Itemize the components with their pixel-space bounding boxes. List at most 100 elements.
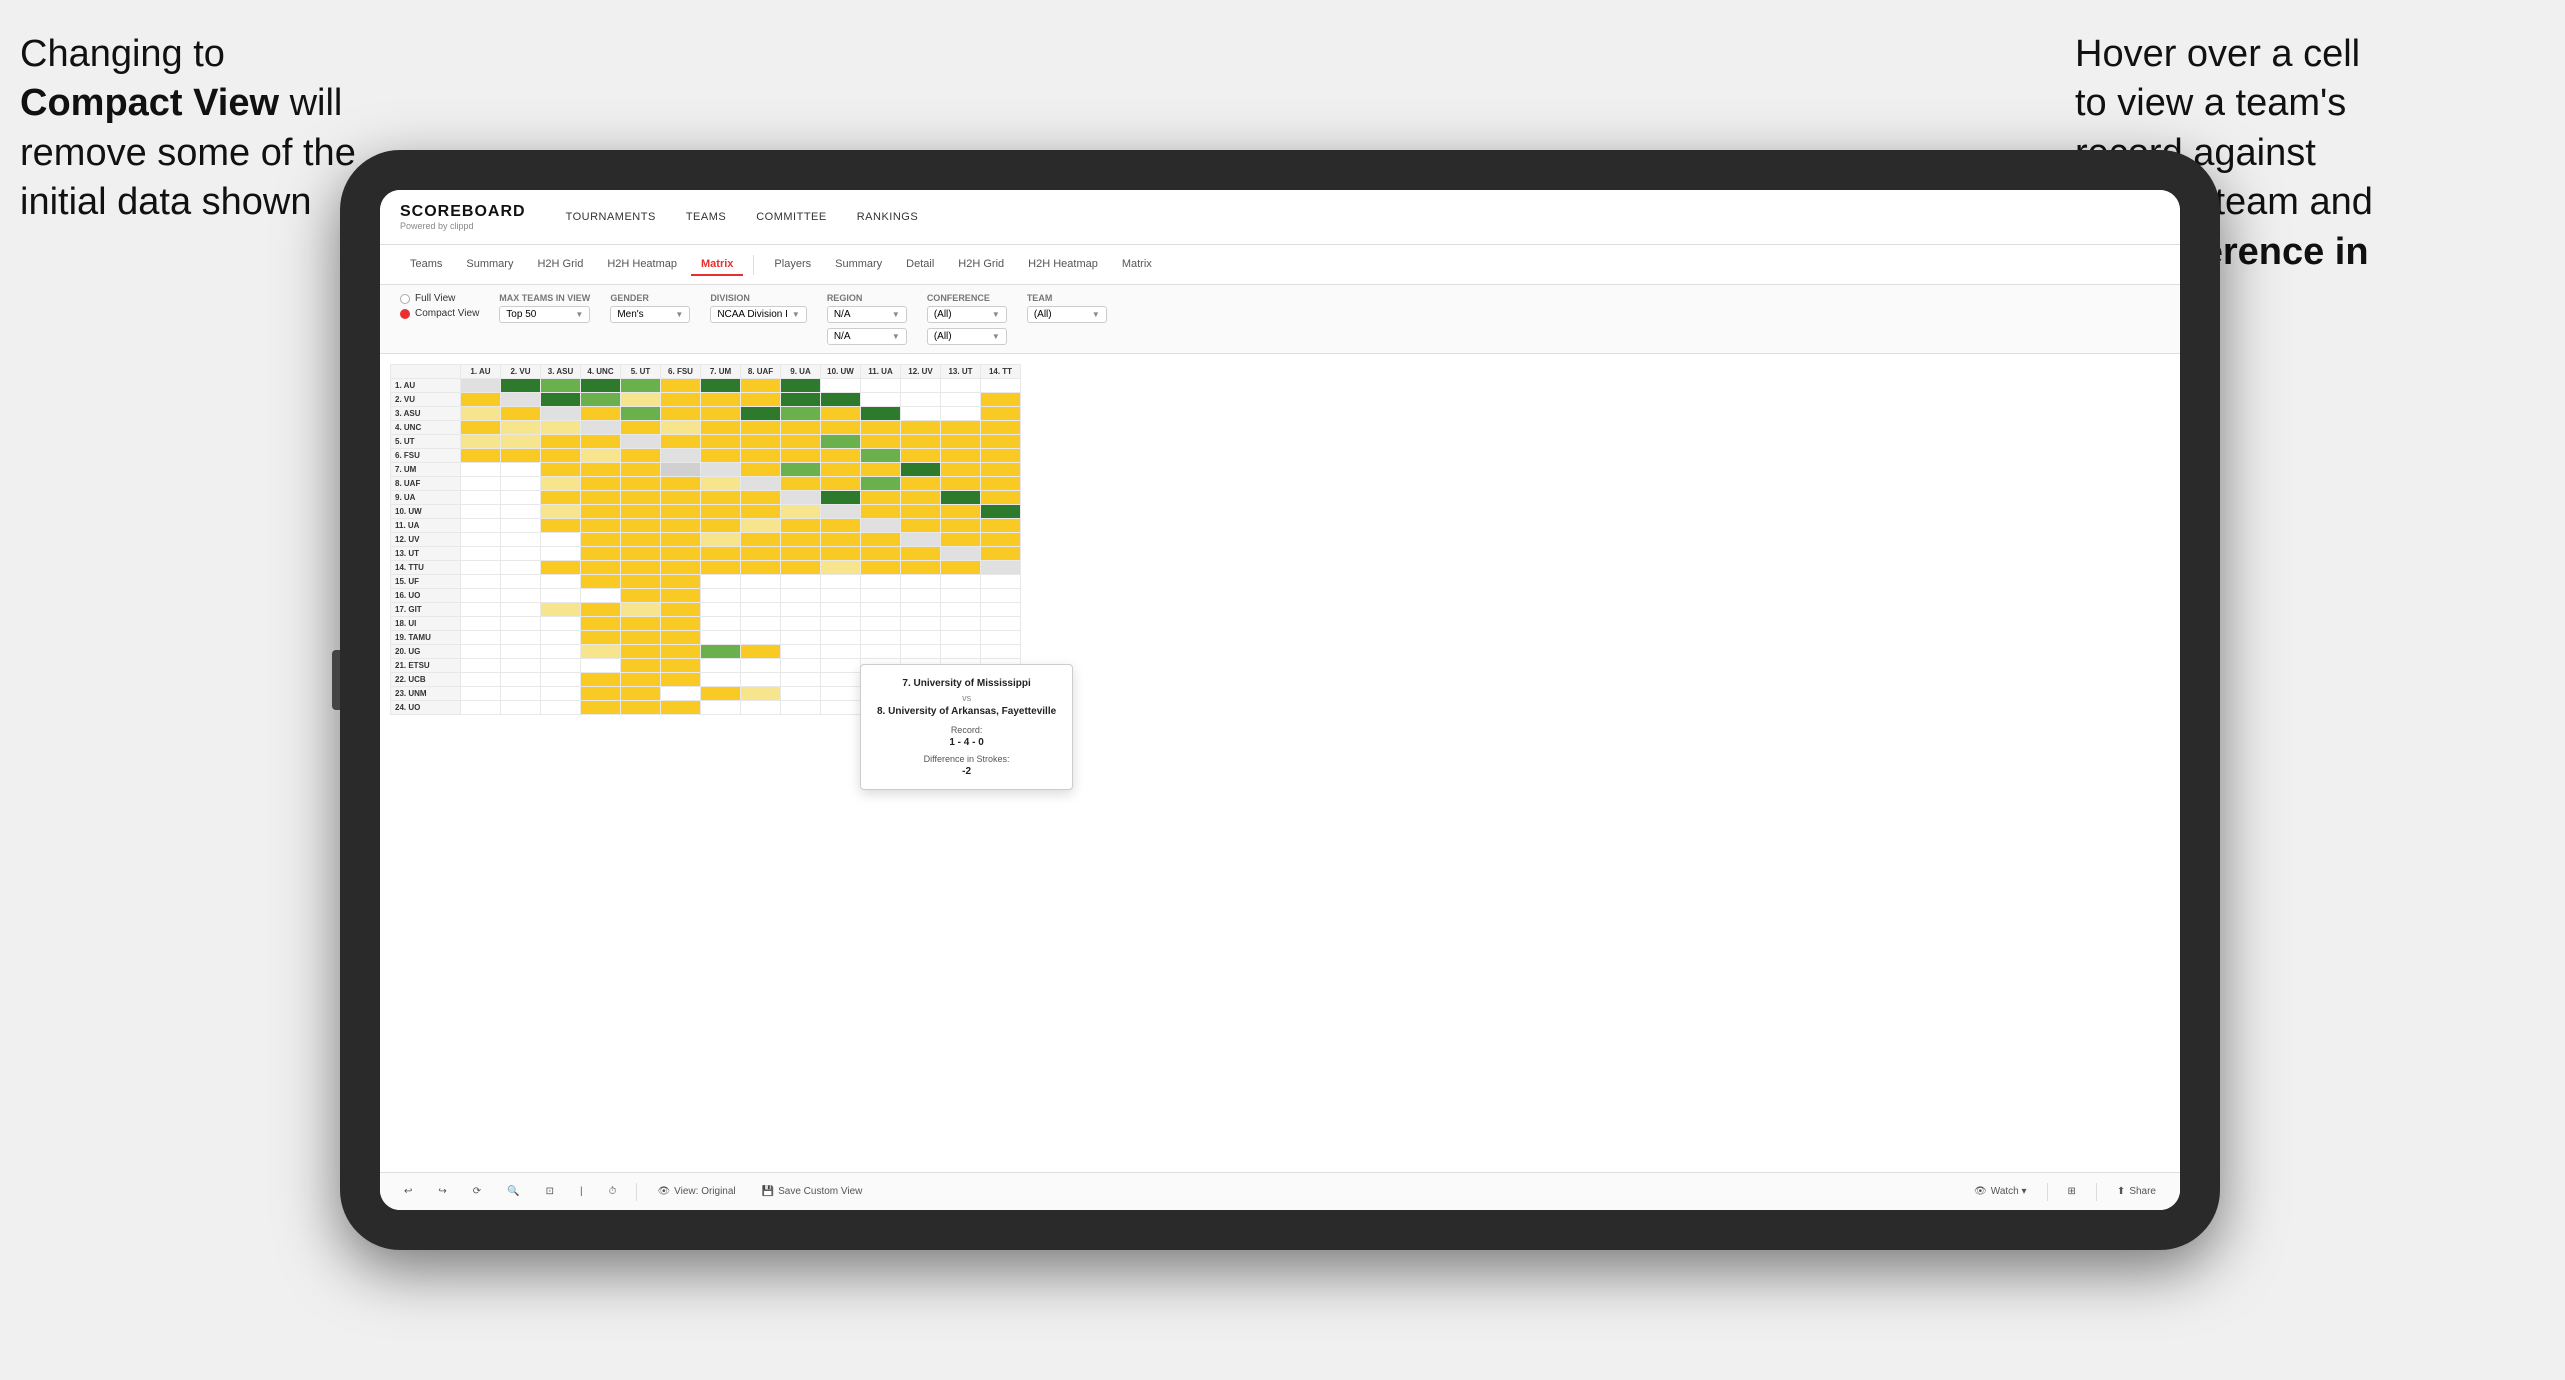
matrix-cell[interactable]: [581, 393, 621, 407]
zoom-in-button[interactable]: 🔍: [499, 1183, 527, 1200]
matrix-cell[interactable]: [861, 519, 901, 533]
matrix-cell[interactable]: [621, 547, 661, 561]
matrix-cell[interactable]: [781, 701, 821, 715]
matrix-cell[interactable]: [461, 701, 501, 715]
matrix-cell[interactable]: [781, 449, 821, 463]
matrix-cell[interactable]: [741, 533, 781, 547]
matrix-cell[interactable]: [741, 547, 781, 561]
matrix-cell[interactable]: [861, 407, 901, 421]
matrix-cell[interactable]: [541, 407, 581, 421]
matrix-cell[interactable]: [781, 379, 821, 393]
matrix-cell[interactable]: [541, 631, 581, 645]
matrix-cell[interactable]: [901, 575, 941, 589]
matrix-cell[interactable]: [581, 477, 621, 491]
matrix-cell[interactable]: [621, 617, 661, 631]
matrix-cell[interactable]: [701, 547, 741, 561]
matrix-cell[interactable]: [501, 519, 541, 533]
matrix-cell[interactable]: [701, 449, 741, 463]
matrix-cell[interactable]: [701, 477, 741, 491]
matrix-cell[interactable]: [981, 547, 1021, 561]
tab-h2h-heatmap-right[interactable]: H2H Heatmap: [1018, 254, 1108, 276]
matrix-cell[interactable]: [541, 687, 581, 701]
matrix-cell[interactable]: [781, 673, 821, 687]
matrix-cell[interactable]: [701, 379, 741, 393]
matrix-cell[interactable]: [941, 477, 981, 491]
matrix-cell[interactable]: [861, 533, 901, 547]
matrix-cell[interactable]: [701, 701, 741, 715]
matrix-cell[interactable]: [941, 589, 981, 603]
matrix-cell[interactable]: [581, 533, 621, 547]
matrix-cell[interactable]: [901, 589, 941, 603]
matrix-cell[interactable]: [461, 673, 501, 687]
matrix-cell[interactable]: [941, 379, 981, 393]
matrix-cell[interactable]: [461, 421, 501, 435]
matrix-cell[interactable]: [461, 687, 501, 701]
matrix-cell[interactable]: [901, 393, 941, 407]
matrix-cell[interactable]: [821, 645, 861, 659]
matrix-cell[interactable]: [461, 379, 501, 393]
view-original-button[interactable]: 👁 View: Original: [649, 1183, 743, 1200]
matrix-cell[interactable]: [901, 547, 941, 561]
matrix-cell[interactable]: [861, 547, 901, 561]
matrix-cell[interactable]: [901, 561, 941, 575]
matrix-cell[interactable]: [581, 603, 621, 617]
matrix-cell[interactable]: [821, 477, 861, 491]
matrix-cell[interactable]: [861, 435, 901, 449]
matrix-cell[interactable]: [781, 407, 821, 421]
matrix-cell[interactable]: [621, 631, 661, 645]
matrix-cell[interactable]: [661, 645, 701, 659]
matrix-cell[interactable]: [981, 491, 1021, 505]
matrix-cell[interactable]: [941, 617, 981, 631]
matrix-cell[interactable]: [741, 617, 781, 631]
max-teams-select[interactable]: Top 50 ▼: [499, 306, 590, 323]
matrix-cell[interactable]: [461, 449, 501, 463]
tab-h2h-grid-left[interactable]: H2H Grid: [527, 254, 593, 276]
matrix-cell[interactable]: [661, 393, 701, 407]
division-select[interactable]: NCAA Division I ▼: [710, 306, 807, 323]
matrix-cell[interactable]: [901, 617, 941, 631]
matrix-cell[interactable]: [741, 463, 781, 477]
matrix-cell[interactable]: [621, 673, 661, 687]
tab-matrix-right[interactable]: Matrix: [1112, 254, 1162, 276]
matrix-cell[interactable]: [661, 491, 701, 505]
layout-button[interactable]: ⊞: [2060, 1183, 2084, 1200]
matrix-cell[interactable]: [941, 449, 981, 463]
matrix-cell[interactable]: [621, 575, 661, 589]
matrix-cell[interactable]: [741, 421, 781, 435]
matrix-cell[interactable]: [661, 547, 701, 561]
matrix-cell[interactable]: [941, 575, 981, 589]
matrix-cell[interactable]: [981, 463, 1021, 477]
matrix-cell[interactable]: [821, 687, 861, 701]
matrix-cell[interactable]: [781, 477, 821, 491]
matrix-cell[interactable]: [821, 407, 861, 421]
matrix-cell[interactable]: [701, 407, 741, 421]
matrix-cell[interactable]: [661, 561, 701, 575]
matrix-cell[interactable]: [581, 407, 621, 421]
matrix-cell[interactable]: [581, 547, 621, 561]
matrix-cell[interactable]: [541, 617, 581, 631]
matrix-cell[interactable]: [541, 561, 581, 575]
matrix-cell[interactable]: [941, 491, 981, 505]
matrix-cell[interactable]: [541, 463, 581, 477]
tab-players[interactable]: Players: [764, 254, 821, 276]
matrix-cell[interactable]: [701, 435, 741, 449]
matrix-cell[interactable]: [941, 533, 981, 547]
matrix-cell[interactable]: [541, 603, 581, 617]
matrix-cell[interactable]: [581, 449, 621, 463]
matrix-cell[interactable]: [621, 379, 661, 393]
matrix-cell[interactable]: [701, 463, 741, 477]
matrix-cell[interactable]: [941, 603, 981, 617]
matrix-cell[interactable]: [621, 505, 661, 519]
matrix-cell[interactable]: [581, 505, 621, 519]
matrix-cell[interactable]: [501, 477, 541, 491]
nav-teams[interactable]: TEAMS: [686, 209, 726, 225]
matrix-cell[interactable]: [741, 631, 781, 645]
matrix-cell[interactable]: [901, 421, 941, 435]
matrix-cell[interactable]: [461, 407, 501, 421]
matrix-cell[interactable]: [741, 449, 781, 463]
matrix-cell[interactable]: [501, 491, 541, 505]
matrix-cell[interactable]: [501, 463, 541, 477]
matrix-cell[interactable]: [661, 589, 701, 603]
matrix-cell[interactable]: [941, 463, 981, 477]
matrix-cell[interactable]: [661, 463, 701, 477]
